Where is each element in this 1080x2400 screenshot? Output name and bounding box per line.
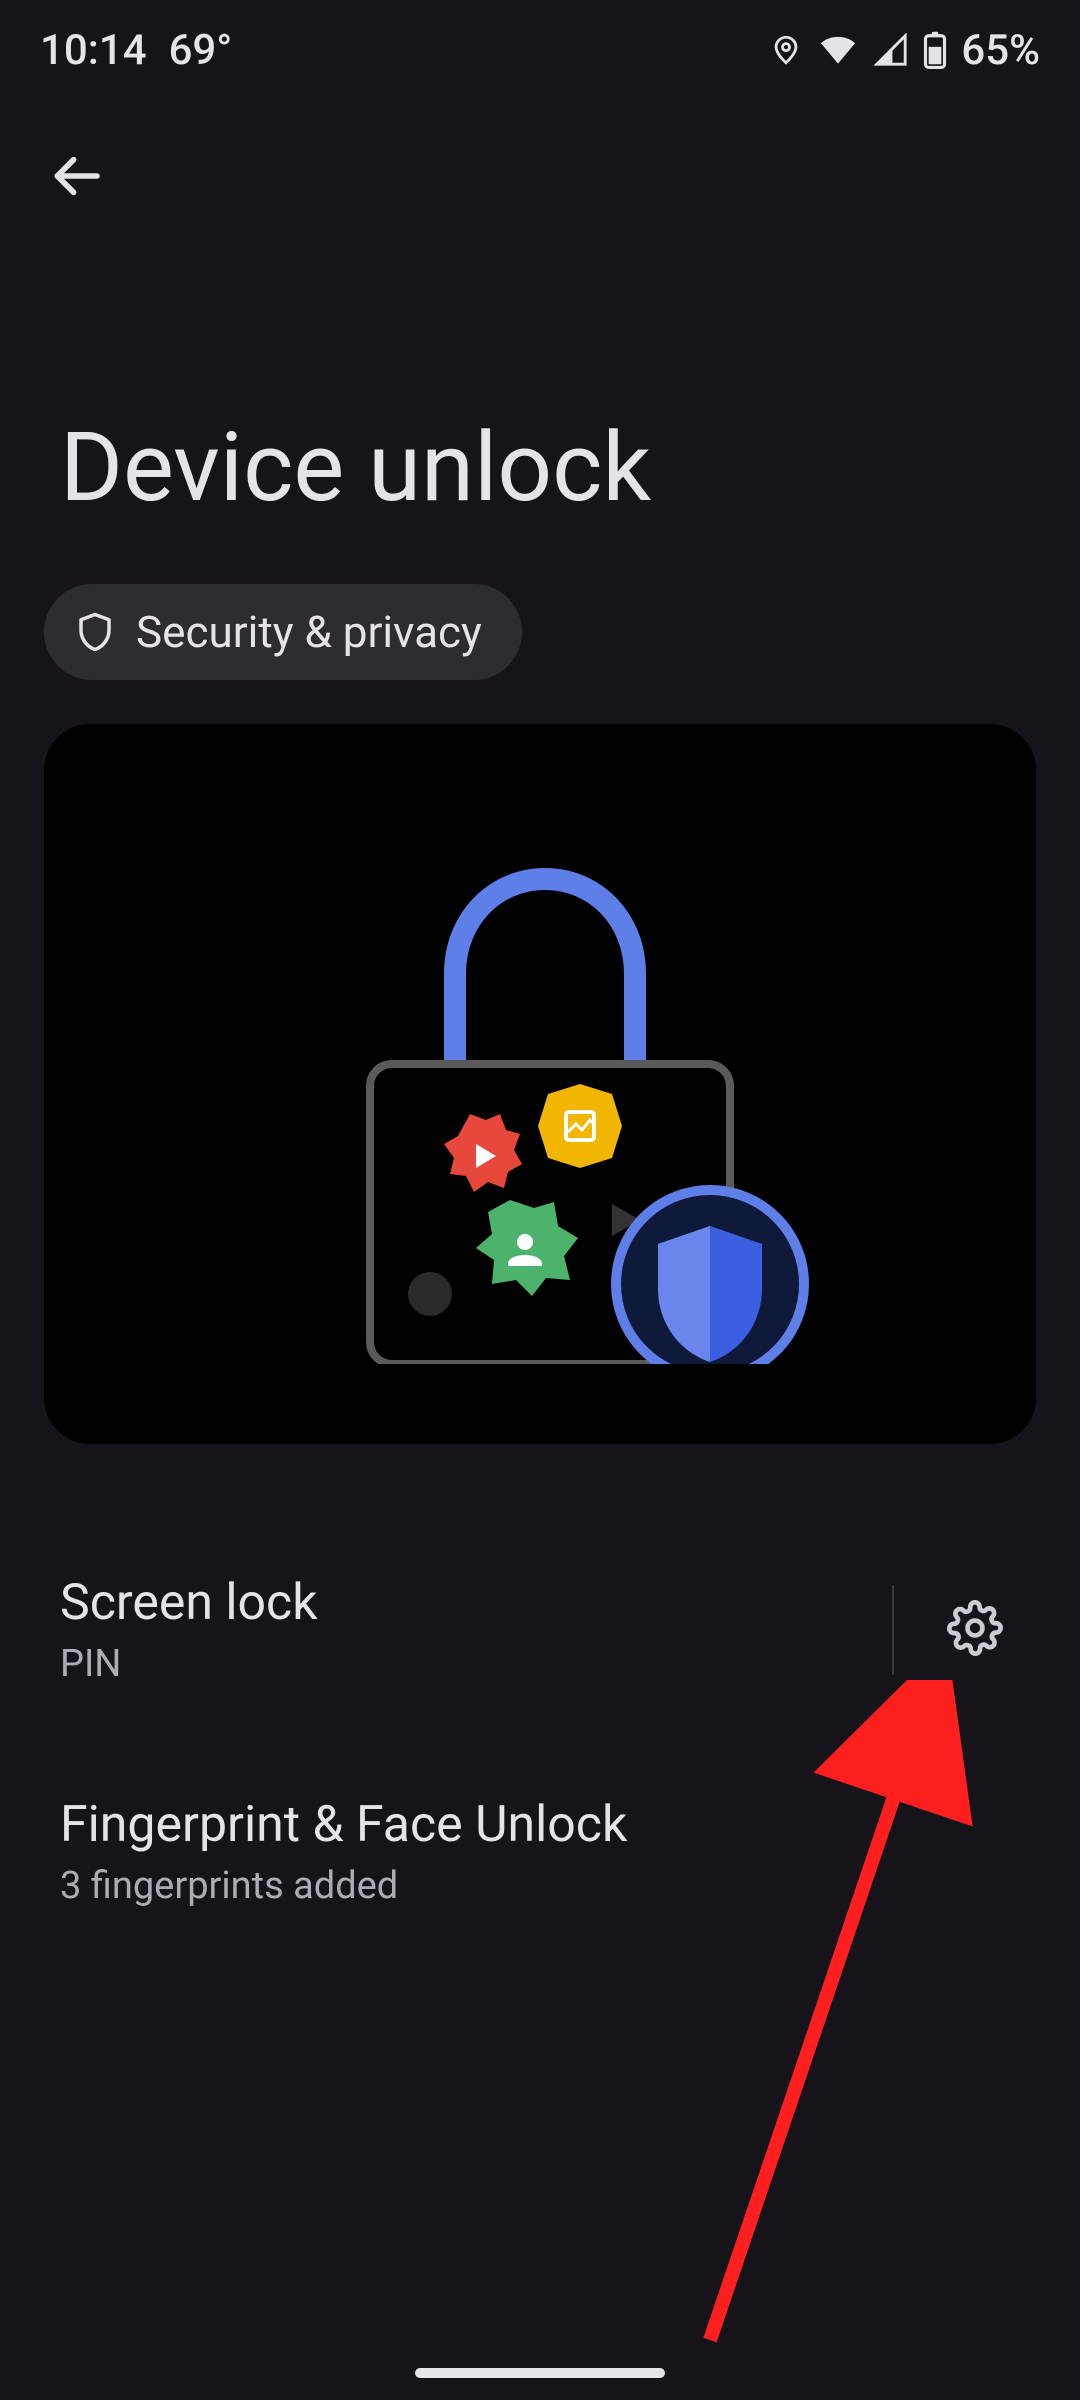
list-item-fingerprint-face-unlock[interactable]: Fingerprint & Face Unlock 3 fingerprints… xyxy=(0,1766,1080,1938)
status-left: 10:14 69° xyxy=(40,26,232,75)
settings-list: Screen lock PIN Fingerprint & Face Unloc… xyxy=(0,1544,1080,1938)
chip-label: Security & privacy xyxy=(136,606,482,658)
battery-icon xyxy=(923,31,947,69)
status-battery-percent: 65% xyxy=(961,26,1040,75)
status-right: 65% xyxy=(769,26,1040,75)
illustration-card xyxy=(44,724,1036,1444)
breadcrumb-chip-security-privacy[interactable]: Security & privacy xyxy=(44,584,522,680)
status-temperature: 69° xyxy=(169,26,233,75)
list-item-text: Fingerprint & Face Unlock 3 fingerprints… xyxy=(60,1796,1020,1908)
gear-icon xyxy=(947,1600,1003,1660)
page-title: Device unlock xyxy=(0,242,1080,584)
wifi-icon xyxy=(817,33,859,67)
cellular-icon xyxy=(873,33,909,67)
list-item-screen-lock[interactable]: Screen lock PIN xyxy=(0,1544,1080,1716)
status-bar: 10:14 69° xyxy=(0,0,1080,100)
app-bar xyxy=(0,100,1080,242)
status-time: 10:14 xyxy=(40,26,147,75)
navigation-handle[interactable] xyxy=(415,2368,665,2378)
shield-icon xyxy=(74,611,116,653)
back-button[interactable] xyxy=(40,140,112,212)
vertical-divider xyxy=(892,1585,894,1675)
screen-lock-settings-button[interactable] xyxy=(930,1585,1020,1675)
list-item-subtitle: 3 fingerprints added xyxy=(60,1864,1020,1908)
location-icon xyxy=(769,33,803,67)
lock-illustration-icon xyxy=(260,804,820,1364)
list-item-title: Fingerprint & Face Unlock xyxy=(60,1796,1020,1854)
list-item-text: Screen lock PIN xyxy=(60,1574,868,1686)
list-item-subtitle: PIN xyxy=(60,1642,868,1686)
list-item-title: Screen lock xyxy=(60,1574,868,1632)
